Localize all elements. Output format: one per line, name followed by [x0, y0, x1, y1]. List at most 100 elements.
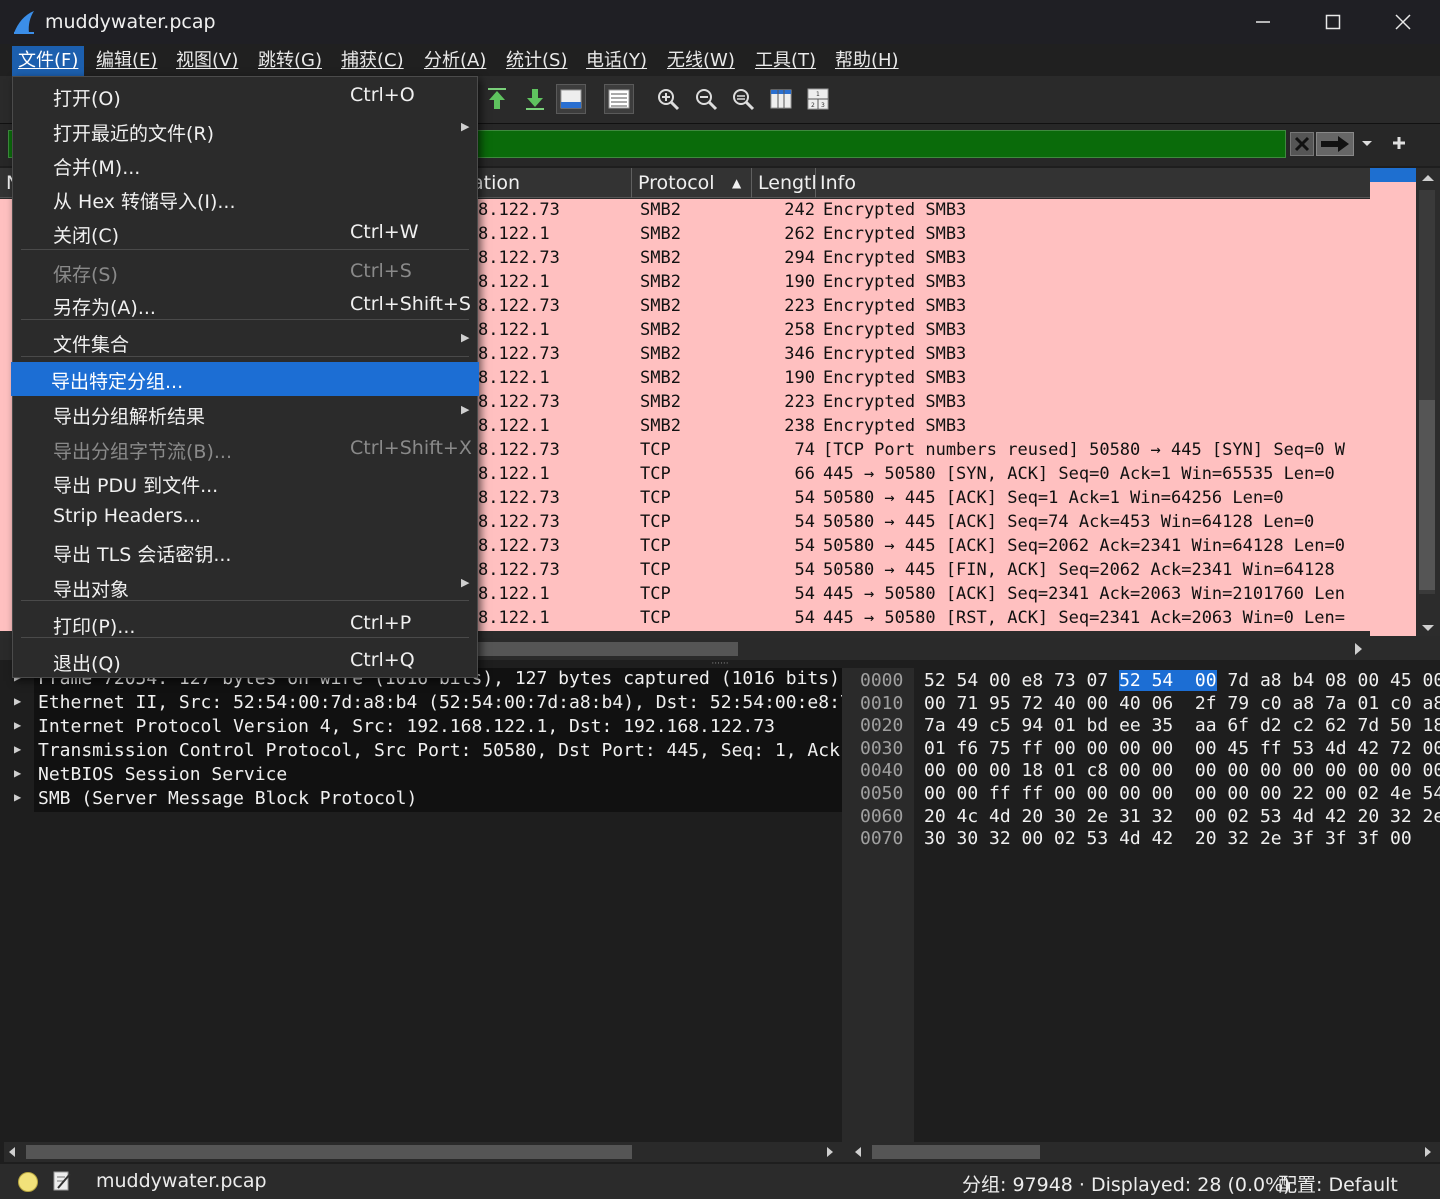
- menu-edit[interactable]: 编辑(E): [90, 46, 163, 76]
- detail-tree-item[interactable]: ▶ Ethernet II, Src: 52:54:00:7d:a8:b4 (52…: [0, 692, 851, 716]
- vertical-splitter[interactable]: [842, 668, 850, 1162]
- bytes-hscrollbar[interactable]: [850, 1142, 1440, 1162]
- file-menu-item[interactable]: 导出特定分组...: [11, 362, 479, 396]
- file-menu-item[interactable]: 从 Hex 转储导入(I)...: [13, 182, 477, 216]
- byte-hex-line[interactable]: 30 30 32 00 02 53 4d 42 20 32 2e 3f 3f 3…: [924, 828, 1412, 850]
- detail-tree-item[interactable]: ▶ Transmission Control Protocol, Src Port…: [0, 740, 851, 764]
- menu-analyze[interactable]: 分析(A): [418, 46, 492, 76]
- col-header-protocol[interactable]: Protocol ▲: [632, 168, 752, 198]
- packet-info: 445 → 50580 [ACK] Seq=2341 Ack=2063 Win=…: [823, 584, 1345, 604]
- close-button[interactable]: [1368, 0, 1438, 44]
- zoom-reset-icon: [733, 89, 755, 111]
- byte-hex-line[interactable]: 00 00 00 18 01 c8 00 00 00 00 00 00 00 0…: [924, 760, 1440, 782]
- packet-length: 258: [784, 320, 815, 340]
- expand-arrow-icon[interactable]: ▶: [14, 742, 21, 756]
- normal-size-button[interactable]: [728, 84, 758, 114]
- menu-view[interactable]: 视图(V): [170, 46, 244, 76]
- maximize-button[interactable]: [1298, 0, 1368, 44]
- capture-comment-icon[interactable]: [52, 1170, 72, 1192]
- expand-arrow-icon[interactable]: ▶: [14, 766, 21, 780]
- menu-item-label: 打开(O): [53, 88, 121, 110]
- packet-destination: 8.122.73: [478, 560, 560, 580]
- details-hscroll-thumb[interactable]: [26, 1145, 632, 1159]
- expert-info-icon[interactable]: [18, 1172, 38, 1192]
- byte-offset: 0020: [860, 715, 904, 737]
- vscroll-thumb[interactable]: [1419, 400, 1435, 590]
- add-filter-button[interactable]: [1386, 128, 1412, 158]
- file-menu-item[interactable]: 关闭(C) Ctrl+W: [13, 216, 477, 250]
- menu-tools[interactable]: 工具(T): [749, 46, 822, 76]
- hex-bytes: 00 00 ff ff 00 00 00 00 00 00 00 22 00 0…: [924, 783, 1440, 804]
- col-header-info[interactable]: Info: [814, 168, 1370, 198]
- detail-tree-item[interactable]: ▶ Internet Protocol Version 4, Src: 192.1…: [0, 716, 842, 740]
- expand-arrow-icon[interactable]: ▶: [14, 694, 21, 708]
- colorize-button[interactable]: [604, 84, 634, 114]
- details-hscrollbar[interactable]: [4, 1142, 842, 1162]
- file-menu-item[interactable]: 打印(P)... Ctrl+P: [13, 607, 477, 641]
- minimize-button[interactable]: [1228, 0, 1298, 44]
- menu-item-label: 导出特定分组...: [51, 371, 184, 393]
- byte-hex-line[interactable]: 00 00 ff ff 00 00 00 00 00 00 00 22 00 0…: [924, 783, 1440, 805]
- byte-hex-line[interactable]: 20 4c 4d 20 30 2e 31 32 00 02 53 4d 42 2…: [924, 806, 1440, 828]
- file-menu-item[interactable]: 导出对象 ▶: [13, 570, 477, 604]
- filter-history-dropdown[interactable]: [1356, 132, 1378, 156]
- clear-filter-button[interactable]: [1290, 132, 1314, 156]
- file-menu-item[interactable]: 打开(O) Ctrl+O: [13, 79, 477, 113]
- byte-hex-line[interactable]: 52 54 00 e8 73 07 52 54 00 7d a8 b4 08 0…: [924, 670, 1440, 692]
- file-menu-item[interactable]: 导出 TLS 会话密钥...: [13, 535, 477, 569]
- file-menu-item[interactable]: 文件集合 ▶: [13, 325, 477, 359]
- menu-bar: 文件(F) 编辑(E) 视图(V) 跳转(G) 捕获(C) 分析(A) 统计(S…: [0, 44, 1440, 76]
- go-first-packet-button[interactable]: [482, 84, 512, 114]
- menu-wireless[interactable]: 无线(W): [661, 46, 741, 76]
- menu-item-label: 导出对象: [53, 579, 130, 601]
- byte-hex-line[interactable]: 01 f6 75 ff 00 00 00 00 00 45 ff 53 4d 4…: [924, 738, 1440, 760]
- file-menu-item[interactable]: 合并(M)...: [13, 148, 477, 182]
- pane-splitter[interactable]: ······: [700, 660, 740, 669]
- file-menu-item[interactable]: 打开最近的文件(R) ▶: [13, 114, 477, 148]
- menu-telephony[interactable]: 电话(Y): [580, 46, 653, 76]
- apply-filter-button[interactable]: [1316, 132, 1354, 156]
- status-profile[interactable]: 配置: Default: [1278, 1170, 1398, 1197]
- col-header-destination[interactable]: ation: [466, 168, 632, 198]
- menu-statistics[interactable]: 统计(S): [500, 46, 573, 76]
- byte-offset: 0010: [860, 692, 904, 714]
- layout-button[interactable]: 231: [803, 84, 833, 114]
- byte-hex-line[interactable]: 7a 49 c5 94 01 bd ee 35 aa 6f d2 c2 62 7…: [924, 715, 1440, 737]
- hex-bytes: 7a 49 c5 94 01 bd ee 35 aa 6f d2 c2 62 7…: [924, 715, 1440, 737]
- hscroll-thumb[interactable]: [470, 642, 738, 656]
- byte-offset: 0070: [860, 828, 904, 850]
- zoom-out-button[interactable]: [691, 84, 721, 114]
- packet-length: 262: [784, 224, 815, 244]
- menu-item-shortcut: Ctrl+O: [350, 84, 415, 106]
- packet-info: 50580 → 445 [ACK] Seq=74 Ack=453 Win=641…: [823, 512, 1315, 532]
- col-header-length[interactable]: Length: [752, 168, 816, 198]
- chevron-down-icon: [1362, 141, 1372, 146]
- resize-columns-button[interactable]: [766, 84, 796, 114]
- file-menu-item[interactable]: 另存为(A)... Ctrl+Shift+S: [13, 288, 477, 322]
- svg-text:1: 1: [816, 91, 820, 98]
- menu-item-label: 打印(P)...: [53, 616, 136, 638]
- file-menu-item[interactable]: Strip Headers...: [13, 500, 477, 534]
- zoom-in-button[interactable]: [653, 84, 683, 114]
- auto-scroll-button[interactable]: [556, 84, 586, 114]
- bytes-hscroll-thumb[interactable]: [872, 1145, 1040, 1159]
- detail-tree-item[interactable]: ▶ SMB (Server Message Block Protocol): [0, 788, 842, 812]
- byte-hex-line[interactable]: 00 71 95 72 40 00 40 06 2f 79 c0 a8 7a 0…: [924, 693, 1440, 715]
- menu-file[interactable]: 文件(F): [12, 46, 85, 76]
- file-menu-item[interactable]: 导出分组解析结果 ▶: [13, 397, 477, 431]
- detail-tree-item[interactable]: ▶ NetBIOS Session Service: [0, 764, 842, 788]
- file-menu-item[interactable]: 退出(Q) Ctrl+Q: [13, 644, 477, 678]
- file-menu-item[interactable]: 导出 PDU 到文件...: [13, 466, 477, 500]
- packet-list-vscroll[interactable]: [1416, 168, 1440, 636]
- expand-arrow-icon[interactable]: ▶: [14, 718, 21, 732]
- expand-arrow-icon[interactable]: ▶: [14, 790, 21, 804]
- menu-capture[interactable]: 捕获(C): [335, 46, 410, 76]
- menu-item-label: 文件集合: [53, 334, 130, 356]
- packet-destination: 8.122.73: [478, 296, 560, 316]
- menu-help[interactable]: 帮助(H): [829, 46, 905, 76]
- packet-minimap[interactable]: [1370, 168, 1416, 636]
- menu-item-label: 从 Hex 转储导入(I)...: [53, 191, 236, 213]
- menu-item-label: 合并(M)...: [53, 157, 141, 179]
- go-last-packet-button[interactable]: [520, 84, 550, 114]
- menu-go[interactable]: 跳转(G): [252, 46, 328, 76]
